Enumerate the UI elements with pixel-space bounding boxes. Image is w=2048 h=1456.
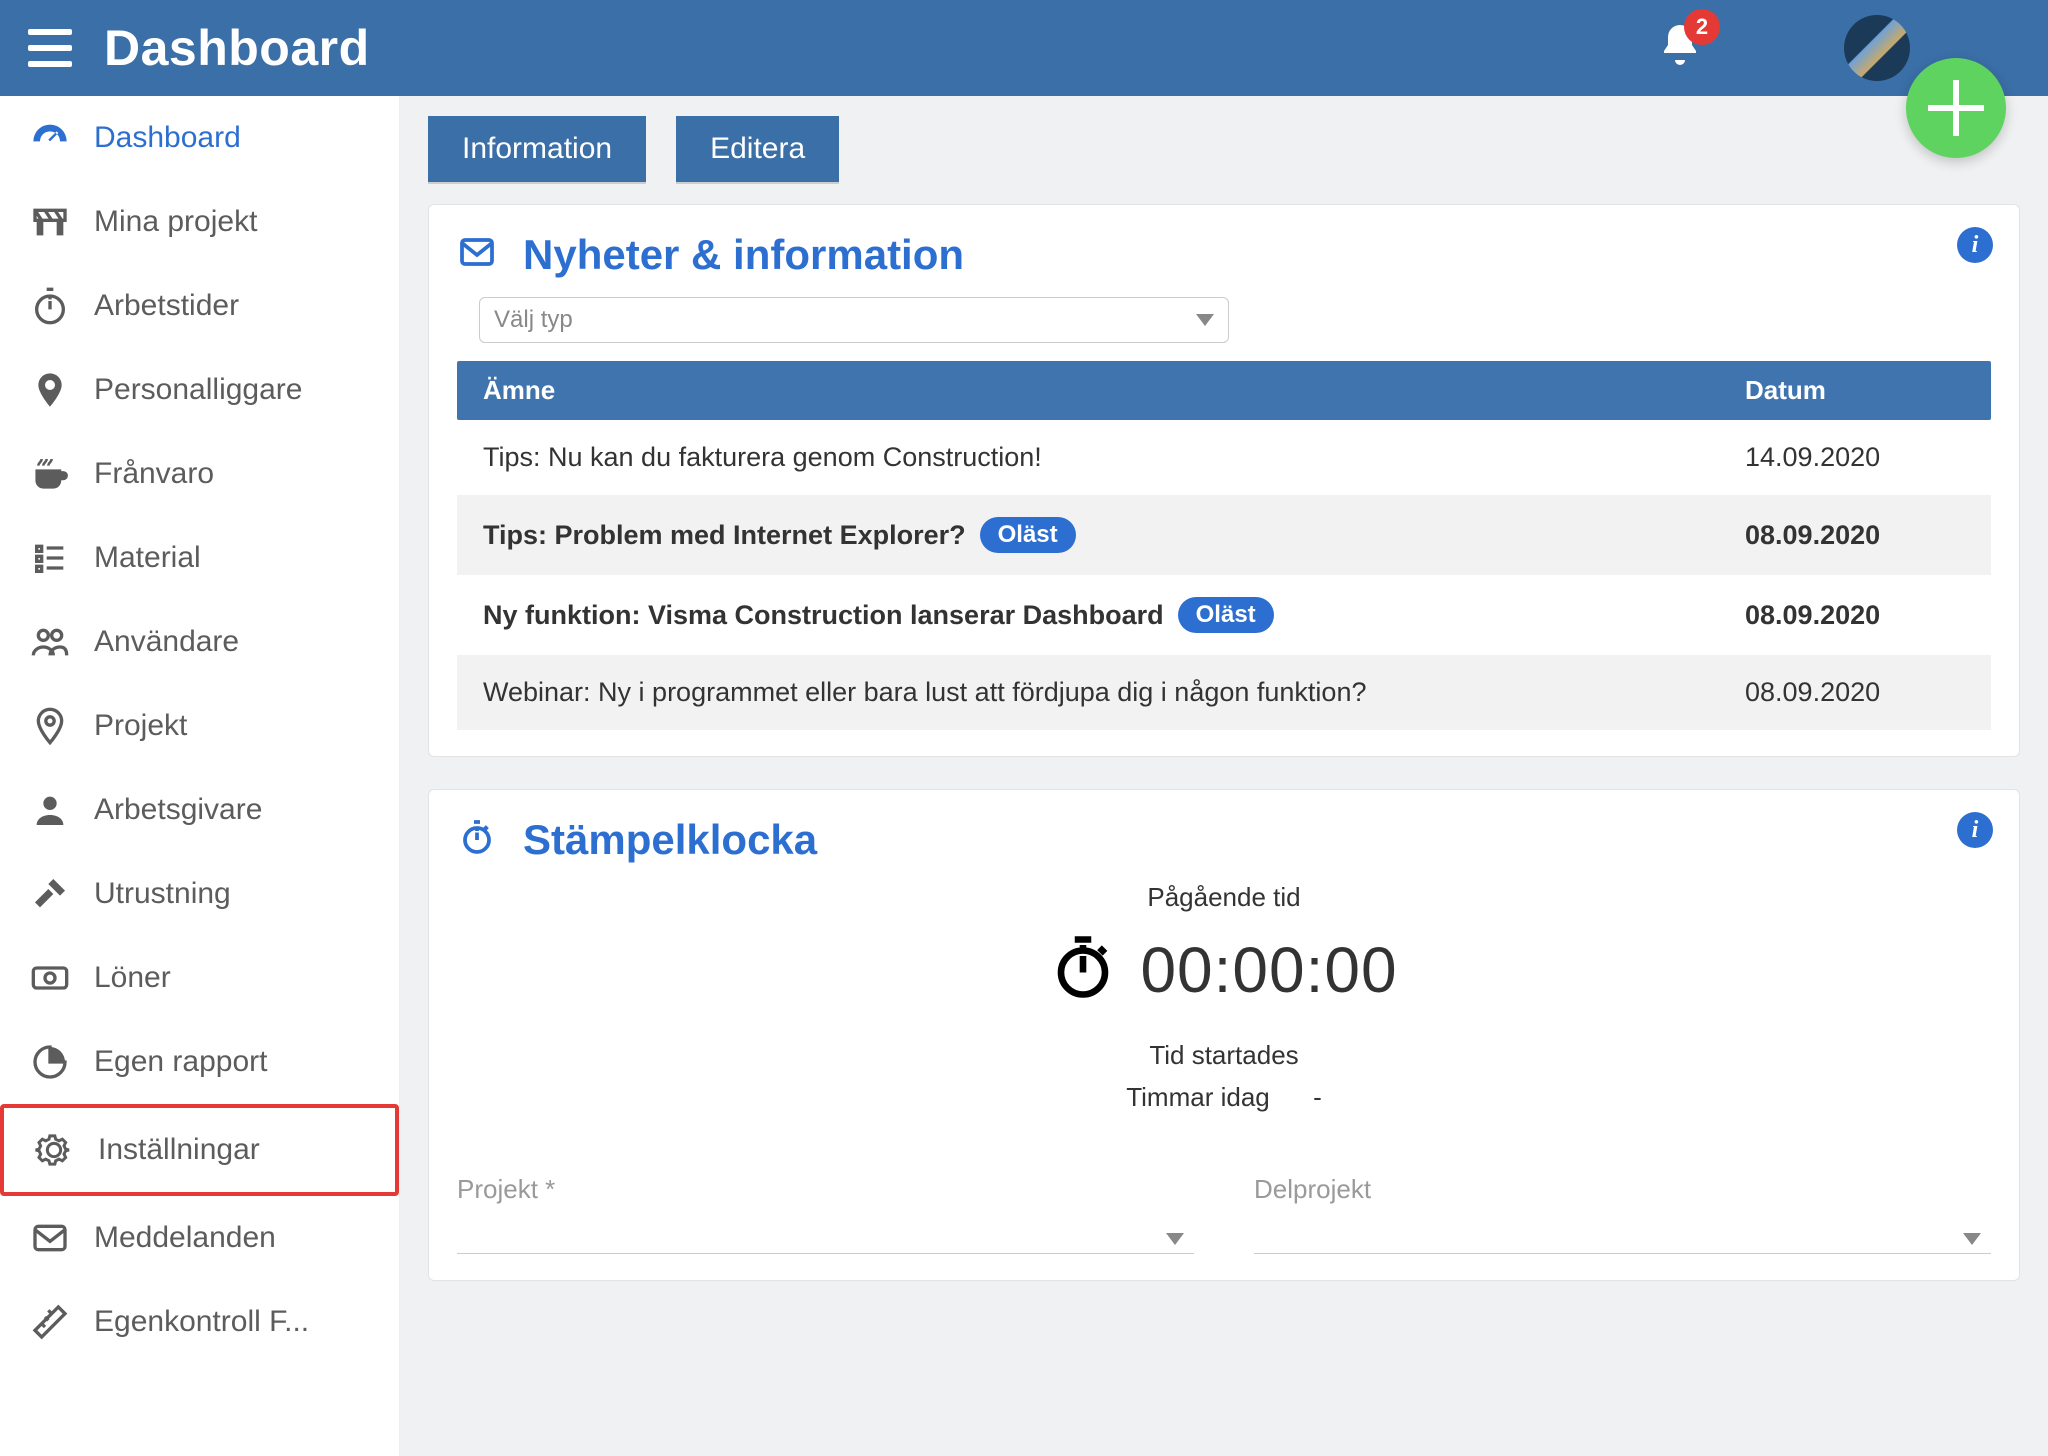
news-row[interactable]: Ny funktion: Visma Construction lanserar… (457, 575, 1991, 655)
sidebar-item-label: Projekt (94, 709, 187, 743)
sidebar-item-installningar[interactable]: Inställningar (0, 1104, 399, 1196)
subproject-select[interactable] (1254, 1225, 1991, 1254)
chevron-down-icon (1166, 1233, 1184, 1245)
sidebar-item-label: Arbetsgivare (94, 793, 262, 827)
hammer-icon (28, 872, 72, 916)
header-date: Datum (1745, 375, 1965, 406)
map-pin-icon (28, 704, 72, 748)
sidebar-item-label: Utrustning (94, 877, 231, 911)
sidebar-item-personalliggare[interactable]: Personalliggare (0, 348, 399, 432)
clock-title: Stämpelklocka (523, 816, 817, 864)
mail-icon (457, 234, 497, 277)
barrier-icon (28, 200, 72, 244)
add-button[interactable] (1906, 58, 2006, 158)
page-title: Dashboard (104, 19, 370, 77)
avatar[interactable] (1844, 15, 1910, 81)
stopwatch-icon (1050, 934, 1116, 1007)
sidebar-item-meddelanden[interactable]: Meddelanden (0, 1196, 399, 1280)
mail-icon (28, 1216, 72, 1260)
news-type-select[interactable]: Välj typ (479, 297, 1229, 343)
gear-icon (32, 1128, 76, 1172)
chevron-down-icon (1196, 314, 1214, 326)
pie-chart-icon (28, 1040, 72, 1084)
pin-icon (28, 368, 72, 412)
header-subject: Ämne (483, 375, 1745, 406)
gauge-icon (28, 116, 72, 160)
news-row[interactable]: Webinar: Ny i programmet eller bara lust… (457, 655, 1991, 730)
sidebar-item-label: Frånvaro (94, 457, 214, 491)
ongoing-label: Pågående tid (457, 882, 1991, 913)
project-select[interactable] (457, 1225, 1194, 1254)
sidebar-item-label: Arbetstider (94, 289, 239, 323)
sidebar-item-label: Mina projekt (94, 205, 257, 239)
hours-today-label: Timmar idag (1126, 1082, 1270, 1112)
sidebar-item-mina-projekt[interactable]: Mina projekt (0, 180, 399, 264)
stopwatch-icon (457, 819, 497, 862)
sidebar-item-egenkontroll[interactable]: Egenkontroll F... (0, 1280, 399, 1364)
news-title: Nyheter & information (523, 231, 964, 279)
news-date: 14.09.2020 (1745, 442, 1965, 473)
stopwatch-icon (28, 284, 72, 328)
news-date: 08.09.2020 (1745, 677, 1965, 708)
notifications-button[interactable]: 2 (1656, 21, 1704, 76)
select-placeholder: Välj typ (494, 306, 573, 334)
tab-editera[interactable]: Editera (676, 116, 839, 182)
news-subject: Webinar: Ny i programmet eller bara lust… (483, 677, 1366, 708)
news-panel: i Nyheter & information Välj typ Ämne Da… (428, 204, 2020, 757)
info-icon[interactable]: i (1957, 812, 1993, 848)
news-date: 08.09.2020 (1745, 600, 1965, 631)
sidebar-item-utrustning[interactable]: Utrustning (0, 852, 399, 936)
sidebar-item-label: Löner (94, 961, 171, 995)
chevron-down-icon (1963, 1233, 1981, 1245)
sidebar-item-label: Inställningar (98, 1133, 260, 1167)
coffee-icon (28, 452, 72, 496)
sidebar-item-arbetsgivare[interactable]: Arbetsgivare (0, 768, 399, 852)
sidebar-item-label: Egen rapport (94, 1045, 267, 1079)
sidebar-item-material[interactable]: Material (0, 516, 399, 600)
sidebar-item-projekt[interactable]: Projekt (0, 684, 399, 768)
news-subject: Ny funktion: Visma Construction lanserar… (483, 600, 1164, 631)
project-label: Projekt * (457, 1174, 1194, 1205)
sidebar-item-anvandare[interactable]: Användare (0, 600, 399, 684)
clock-time: 00:00:00 (1140, 933, 1397, 1007)
main-content: Information Editera i Nyheter & informat… (400, 96, 2048, 1456)
sidebar-item-label: Egenkontroll F... (94, 1305, 309, 1339)
tabs: Information Editera (428, 116, 2020, 182)
sidebar-item-dashboard[interactable]: Dashboard (0, 96, 399, 180)
menu-toggle-icon[interactable] (28, 29, 72, 67)
clock-panel: i Stämpelklocka Pågående tid 00:00:00 Ti… (428, 789, 2020, 1281)
ruler-icon (28, 1300, 72, 1344)
news-table-header: Ämne Datum (457, 361, 1991, 420)
sidebar-item-label: Användare (94, 625, 239, 659)
sidebar-item-arbetstider[interactable]: Arbetstider (0, 264, 399, 348)
notification-count-badge: 2 (1684, 9, 1720, 45)
sidebar-item-label: Meddelanden (94, 1221, 276, 1255)
info-icon[interactable]: i (1957, 227, 1993, 263)
sidebar-item-franvaro[interactable]: Frånvaro (0, 432, 399, 516)
checklist-icon (28, 536, 72, 580)
tab-information[interactable]: Information (428, 116, 646, 182)
time-started-label: Tid startades (457, 1035, 1991, 1077)
sidebar-item-label: Dashboard (94, 121, 241, 155)
news-row[interactable]: Tips: Nu kan du fakturera genom Construc… (457, 420, 1991, 495)
news-row[interactable]: Tips: Problem med Internet Explorer? Olä… (457, 495, 1991, 575)
sidebar-item-egen-rapport[interactable]: Egen rapport (0, 1020, 399, 1104)
subproject-label: Delprojekt (1254, 1174, 1991, 1205)
person-icon (28, 788, 72, 832)
sidebar: Dashboard Mina projekt Arbetstider Perso… (0, 96, 400, 1456)
news-date: 08.09.2020 (1745, 520, 1965, 551)
news-subject: Tips: Problem med Internet Explorer? (483, 520, 966, 551)
hours-today-value: - (1313, 1082, 1322, 1112)
sidebar-item-loner[interactable]: Löner (0, 936, 399, 1020)
sidebar-item-label: Personalliggare (94, 373, 302, 407)
news-subject: Tips: Nu kan du fakturera genom Construc… (483, 442, 1042, 473)
sidebar-item-label: Material (94, 541, 201, 575)
unread-badge: Oläst (980, 517, 1076, 553)
users-icon (28, 620, 72, 664)
unread-badge: Oläst (1178, 597, 1274, 633)
topbar: Dashboard 2 (0, 0, 2048, 96)
money-icon (28, 956, 72, 1000)
